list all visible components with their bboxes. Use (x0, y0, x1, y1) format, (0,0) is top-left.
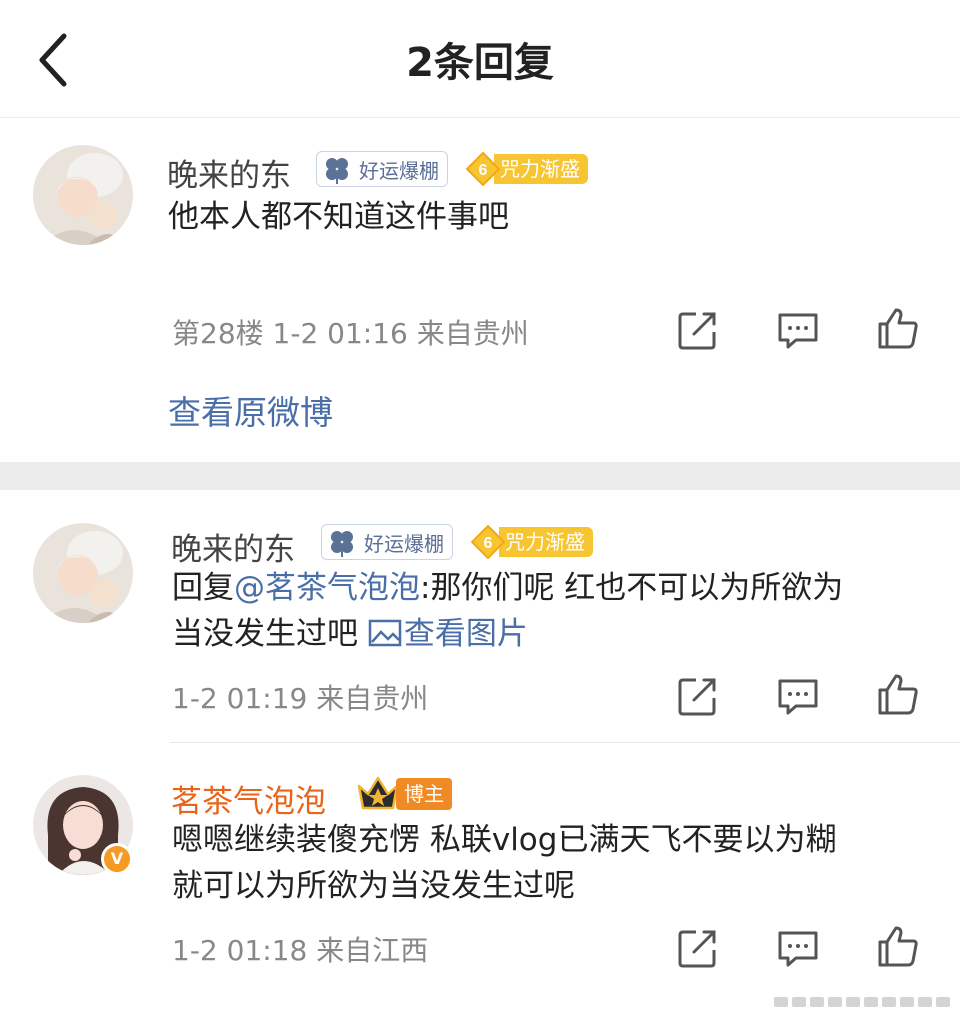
badge-fan-label: 咒力渐盛 (494, 154, 588, 184)
thumbs-up-icon (878, 926, 918, 967)
like-button[interactable] (876, 672, 920, 716)
share-icon (678, 930, 716, 968)
section-divider (0, 462, 960, 490)
view-image-link[interactable]: 查看图片 (368, 616, 528, 652)
comment-button[interactable] (776, 308, 820, 352)
badge-lucky[interactable]: 好运爆棚 (316, 151, 448, 187)
badge-fan-level[interactable]: 6 咒力渐盛 (471, 524, 593, 560)
share-button[interactable] (676, 674, 720, 718)
avatar[interactable] (33, 523, 133, 623)
username[interactable]: 晚来的东 (167, 150, 291, 195)
thumbs-up-icon (878, 308, 918, 349)
verified-badge: V (101, 843, 133, 875)
clover-icon (326, 158, 348, 184)
reply-meta: 1-2 01:18 来自江西 (172, 934, 429, 967)
crown-icon (357, 776, 399, 810)
reply-text-line: 就可以为所欲为当没发生过呢 (172, 868, 575, 904)
reply-text-body: :那你们呢 红也不可以为所欲为 (420, 570, 844, 606)
comment-button[interactable] (776, 926, 820, 970)
comment-text: 他本人都不知道这件事吧 (168, 199, 509, 235)
reply-prefix: 回复 (172, 570, 234, 606)
comment-icon (778, 931, 818, 967)
mention-link[interactable]: @茗茶气泡泡 (234, 570, 420, 606)
fan-level-icon: 6 (471, 525, 505, 559)
share-icon (678, 678, 716, 716)
top-nav-bar: 2条回复 (0, 0, 960, 118)
share-button[interactable] (676, 308, 720, 352)
reply-divider (170, 742, 960, 743)
share-icon (678, 312, 716, 350)
comment-icon (778, 313, 818, 349)
badge-host: 博主 (356, 775, 452, 813)
reply-text-line: 当没发生过吧 查看图片 (172, 611, 843, 657)
view-image-label: 查看图片 (403, 616, 528, 652)
username[interactable]: 茗茶气泡泡 (171, 776, 326, 821)
like-button[interactable] (876, 924, 920, 968)
clover-icon (331, 531, 353, 557)
view-original-post-link[interactable]: 查看原微博 (168, 386, 333, 434)
reply-text: 回复@茗茶气泡泡:那你们呢 红也不可以为所欲为 当没发生过吧 查看图片 (172, 565, 843, 657)
like-button[interactable] (876, 306, 920, 350)
badge-lucky-label: 好运爆棚 (364, 531, 444, 556)
badge-fan-label: 咒力渐盛 (499, 527, 593, 557)
page-title: 2条回复 (406, 40, 554, 86)
svg-text:6: 6 (484, 535, 493, 552)
fan-level-icon: 6 (466, 152, 500, 186)
thumbs-up-icon (878, 674, 918, 715)
reply-text-line: 嗯嗯继续装傻充愣 私联vlog已满天飞不要以为糊 (172, 822, 837, 858)
avatar[interactable] (33, 145, 133, 245)
share-button[interactable] (676, 926, 720, 970)
badge-fan-level[interactable]: 6 咒力渐盛 (466, 151, 588, 187)
comment-meta: 第28楼 1-2 01:16 来自贵州 (172, 317, 529, 350)
username[interactable]: 晚来的东 (171, 524, 295, 569)
svg-text:6: 6 (479, 162, 488, 179)
reply-text-body: 当没发生过吧 (172, 616, 368, 652)
reply-meta: 1-2 01:19 来自贵州 (172, 682, 429, 715)
comment-icon (778, 679, 818, 715)
reply-text-line: 回复@茗茶气泡泡:那你们呢 红也不可以为所欲为 (172, 565, 843, 611)
image-icon (368, 619, 402, 647)
watermark (774, 997, 950, 1007)
badge-lucky[interactable]: 好运爆棚 (321, 524, 453, 560)
reply-text: 嗯嗯继续装傻充愣 私联vlog已满天飞不要以为糊 就可以为所欲为当没发生过呢 (172, 817, 836, 909)
badge-host-label: 博主 (396, 778, 452, 810)
badge-lucky-label: 好运爆棚 (359, 158, 439, 183)
comment-button[interactable] (776, 674, 820, 718)
